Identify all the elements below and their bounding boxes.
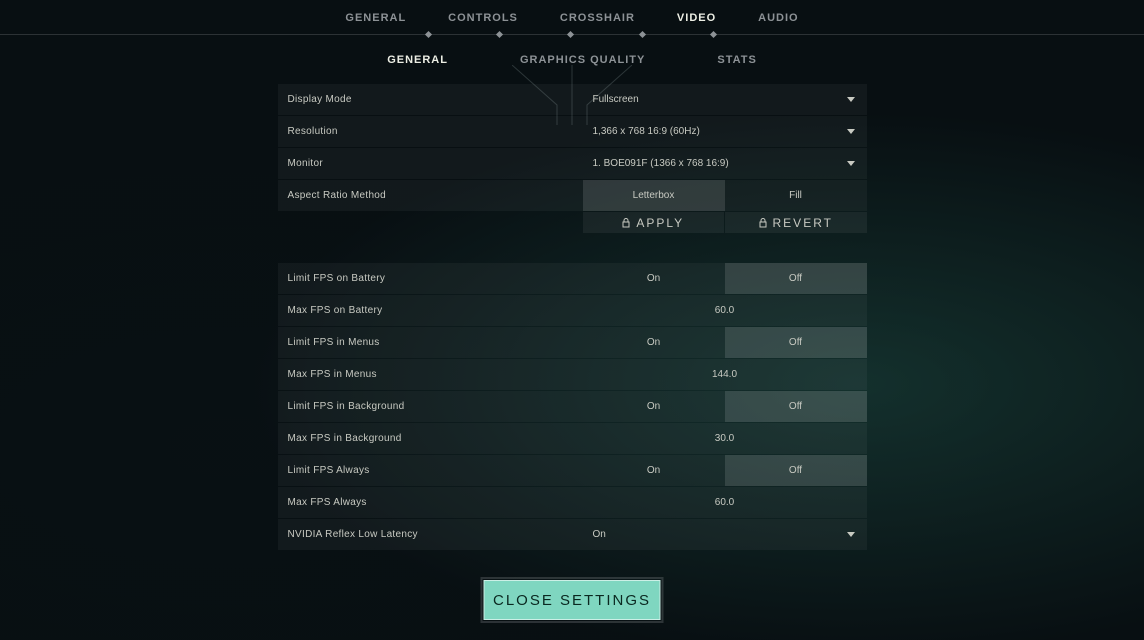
- lock-icon: [622, 218, 630, 228]
- toggle-limit-fps-always-on[interactable]: On: [583, 455, 725, 486]
- subtab-graphics[interactable]: GRAPHICS QUALITY: [520, 54, 645, 66]
- top-tab-bar: GENERAL CONTROLS CROSSHAIR VIDEO AUDIO: [0, 0, 1144, 24]
- value-max-fps-menus[interactable]: 144.0: [583, 369, 867, 380]
- dropdown-monitor[interactable]: 1. BOE091F (1366 x 768 16:9): [583, 158, 867, 169]
- apply-button[interactable]: APPLY: [583, 212, 725, 233]
- tab-divider: [0, 28, 1144, 42]
- tab-audio[interactable]: AUDIO: [758, 12, 798, 24]
- toggle-limit-fps-bg-on[interactable]: On: [583, 391, 725, 422]
- toggle-limit-fps-bg-off[interactable]: Off: [725, 391, 867, 422]
- row-max-fps-bg: Max FPS in Background 30.0: [278, 423, 867, 454]
- revert-button[interactable]: REVERT: [725, 212, 867, 233]
- sub-tab-bar: GENERAL GRAPHICS QUALITY STATS: [0, 54, 1144, 66]
- label-limit-fps-battery: Limit FPS on Battery: [278, 273, 583, 284]
- value-max-fps-bg[interactable]: 30.0: [583, 433, 867, 444]
- label-display-mode: Display Mode: [278, 94, 583, 105]
- toggle-limit-fps-menus-off[interactable]: Off: [725, 327, 867, 358]
- chevron-down-icon: [847, 129, 855, 134]
- toggle-limit-fps-battery-on[interactable]: On: [583, 263, 725, 294]
- value-max-fps-always[interactable]: 60.0: [583, 497, 867, 508]
- row-monitor: Monitor 1. BOE091F (1366 x 768 16:9): [278, 148, 867, 179]
- tab-video[interactable]: VIDEO: [677, 12, 716, 24]
- label-nvidia-reflex: NVIDIA Reflex Low Latency: [278, 529, 583, 540]
- toggle-limit-fps-battery-off[interactable]: Off: [725, 263, 867, 294]
- toggle-limit-fps-always-off[interactable]: Off: [725, 455, 867, 486]
- row-nvidia-reflex: NVIDIA Reflex Low Latency On: [278, 519, 867, 550]
- row-aspect-ratio: Aspect Ratio Method Letterbox Fill: [278, 180, 867, 211]
- dropdown-display-mode[interactable]: Fullscreen: [583, 94, 867, 105]
- row-max-fps-menus: Max FPS in Menus 144.0: [278, 359, 867, 390]
- row-resolution: Resolution 1,366 x 768 16:9 (60Hz): [278, 116, 867, 147]
- label-limit-fps-always: Limit FPS Always: [278, 465, 583, 476]
- value-max-fps-battery[interactable]: 60.0: [583, 305, 867, 316]
- row-limit-fps-always: Limit FPS Always On Off: [278, 455, 867, 486]
- settings-panel: Display Mode Fullscreen Resolution 1,366…: [278, 84, 867, 550]
- toggle-limit-fps-menus-on[interactable]: On: [583, 327, 725, 358]
- label-max-fps-always: Max FPS Always: [278, 497, 583, 508]
- row-display-mode: Display Mode Fullscreen: [278, 84, 867, 115]
- apply-revert-row: APPLY REVERT: [583, 212, 867, 233]
- tab-general[interactable]: GENERAL: [345, 12, 406, 24]
- tab-controls[interactable]: CONTROLS: [448, 12, 518, 24]
- chevron-down-icon: [847, 161, 855, 166]
- dropdown-nvidia-reflex[interactable]: On: [583, 529, 867, 540]
- row-max-fps-battery: Max FPS on Battery 60.0: [278, 295, 867, 326]
- label-monitor: Monitor: [278, 158, 583, 169]
- row-limit-fps-menus: Limit FPS in Menus On Off: [278, 327, 867, 358]
- row-max-fps-always: Max FPS Always 60.0: [278, 487, 867, 518]
- label-max-fps-menus: Max FPS in Menus: [278, 369, 583, 380]
- label-max-fps-battery: Max FPS on Battery: [278, 305, 583, 316]
- row-limit-fps-bg: Limit FPS in Background On Off: [278, 391, 867, 422]
- label-limit-fps-bg: Limit FPS in Background: [278, 401, 583, 412]
- chevron-down-icon: [847, 532, 855, 537]
- dropdown-resolution[interactable]: 1,366 x 768 16:9 (60Hz): [583, 126, 867, 137]
- lock-icon: [759, 218, 767, 228]
- label-aspect-ratio: Aspect Ratio Method: [278, 190, 583, 201]
- label-limit-fps-menus: Limit FPS in Menus: [278, 337, 583, 348]
- label-max-fps-bg: Max FPS in Background: [278, 433, 583, 444]
- tab-crosshair[interactable]: CROSSHAIR: [560, 12, 635, 24]
- row-limit-fps-battery: Limit FPS on Battery On Off: [278, 263, 867, 294]
- toggle-letterbox[interactable]: Letterbox: [583, 180, 725, 211]
- close-settings-button[interactable]: CLOSE SETTINGS: [484, 580, 661, 620]
- chevron-down-icon: [847, 97, 855, 102]
- toggle-fill[interactable]: Fill: [725, 180, 867, 211]
- subtab-stats[interactable]: STATS: [717, 54, 756, 66]
- label-resolution: Resolution: [278, 126, 583, 137]
- subtab-general[interactable]: GENERAL: [387, 54, 448, 66]
